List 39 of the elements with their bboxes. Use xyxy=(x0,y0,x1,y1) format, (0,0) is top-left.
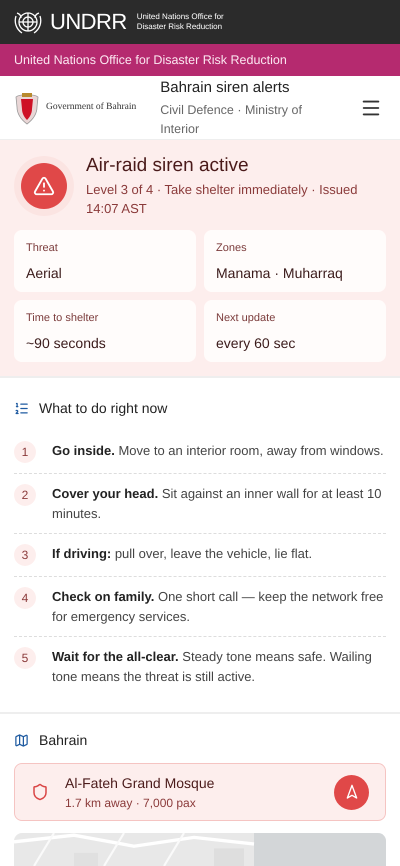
shield-emblem-icon xyxy=(14,90,40,124)
step-number: 1 xyxy=(14,441,36,463)
fact-label: Zones xyxy=(216,241,248,256)
app-subtitle: Civil Defence · Ministry of Interior xyxy=(160,102,303,138)
fact-label: Threat xyxy=(26,241,59,256)
numbered-list-icon xyxy=(14,401,29,416)
shelter-name: Al-Fateh Grand Mosque xyxy=(65,774,216,793)
step-number: 3 xyxy=(14,544,36,566)
shelter-card[interactable]: Al-Fateh Grand Mosque 1.7 km away · 7,000 pax xyxy=(14,763,386,821)
brand-subtitle: Disaster Risk Reduction xyxy=(136,22,224,32)
section-title: What to do right now xyxy=(39,399,168,418)
government-name: Government of Bahrain xyxy=(46,101,136,114)
step-text: Wait for the all-clear. Steady tone means safe. Wailing tone means the threat is still active. xyxy=(52,648,373,686)
alert-title: Air-raid siren active xyxy=(86,154,250,178)
section-title: Bahrain xyxy=(39,731,88,750)
brand-name: UNDRR xyxy=(50,11,127,33)
navigation-arrow-icon xyxy=(344,784,360,800)
shield-icon xyxy=(31,783,49,801)
fact-value: every 60 sec xyxy=(216,334,296,353)
fact-value: Manama · Muharraq xyxy=(216,264,344,283)
app-title: Bahrain siren alerts xyxy=(160,78,290,98)
navigate-button[interactable] xyxy=(334,774,369,810)
step-number: 4 xyxy=(14,587,36,609)
brand-subtitle: United Nations Office for xyxy=(136,12,224,22)
warning-icon xyxy=(33,175,55,197)
fact-label: Time to shelter xyxy=(26,311,100,326)
step-text: Check on family. One short call — keep the network free for emergency services. xyxy=(52,588,384,626)
step-text: Cover your head. Sit against an inner wall for at least 10 minutes. xyxy=(52,485,382,522)
step-text: Go inside. Move to an interior room, away from windows. xyxy=(52,442,384,460)
step-number: 2 xyxy=(14,484,36,506)
fact-value: ~90 seconds xyxy=(26,334,107,352)
map-icon xyxy=(14,733,29,748)
fact-label: Next update xyxy=(216,311,276,326)
step-number: 5 xyxy=(14,647,36,669)
fact-value: Aerial xyxy=(26,264,63,282)
alert-detail: Level 3 of 4 · Take shelter immediately · Issued 14:07 AST xyxy=(86,181,358,218)
banner-text: United Nations Office for Disaster Risk Reduction xyxy=(14,52,287,69)
shelter-detail: 1.7 km away · 7,000 pax xyxy=(65,794,197,812)
step-text: If driving: pull over, leave the vehicle, lie flat. xyxy=(52,545,312,563)
